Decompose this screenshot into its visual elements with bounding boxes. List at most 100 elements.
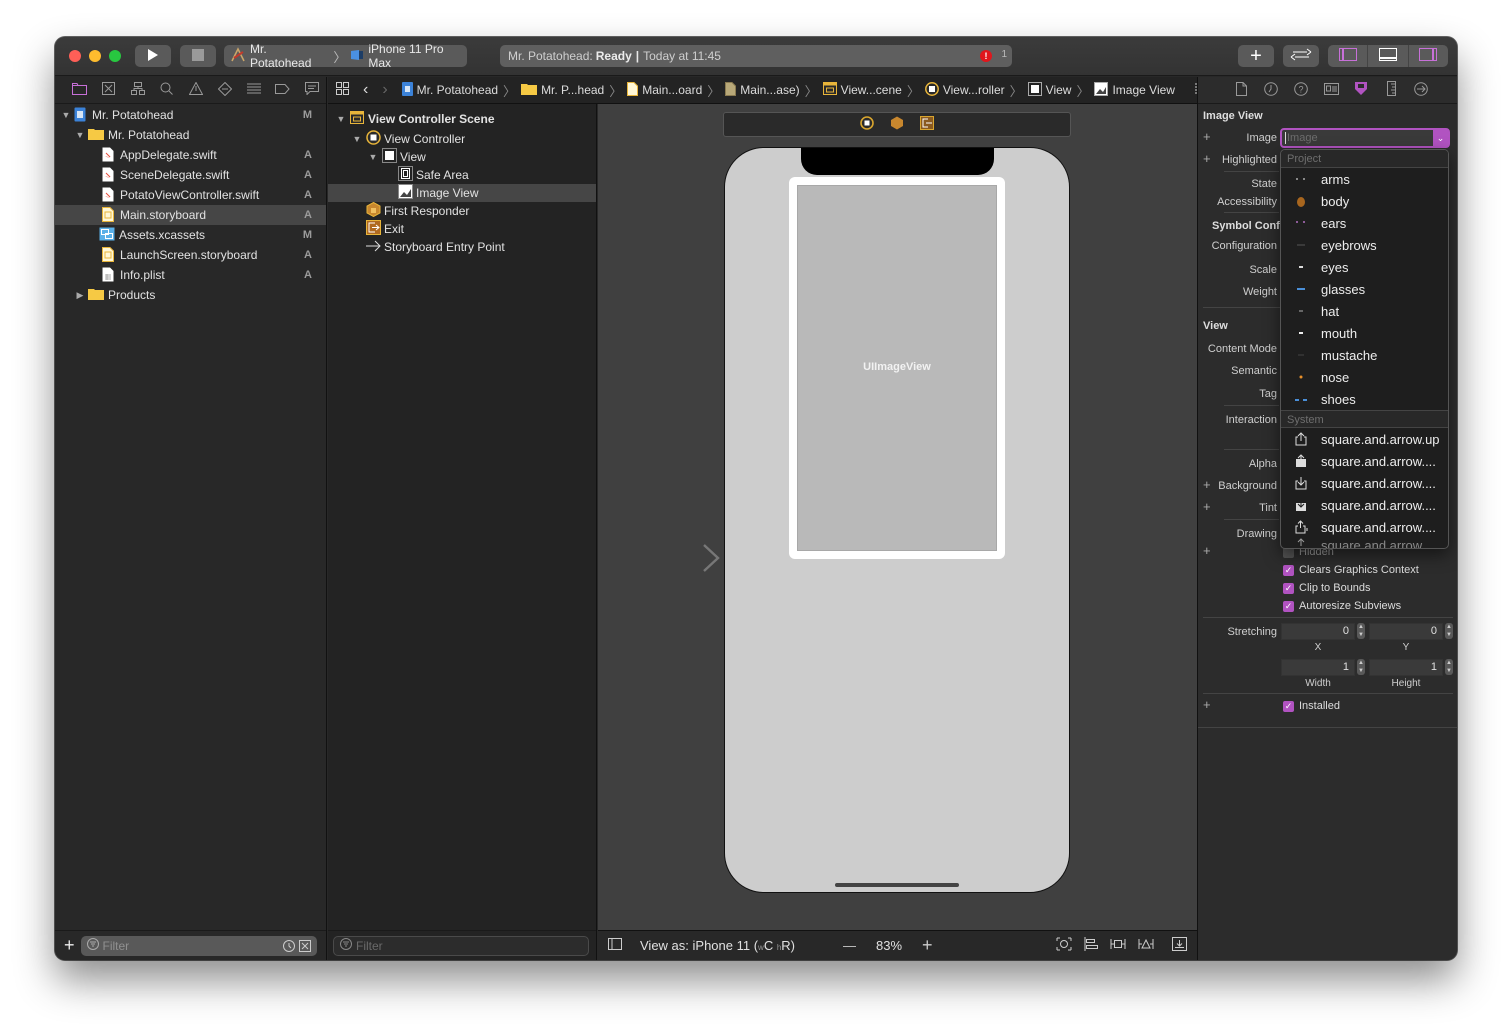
connections-inspector-tab[interactable] bbox=[1406, 81, 1436, 99]
tree-row-file-selected[interactable]: Main.storyboard A bbox=[55, 205, 326, 225]
dropdown-item-hat[interactable]: hat bbox=[1281, 300, 1448, 322]
tree-row-file[interactable]: SceneDelegate.swift A bbox=[55, 165, 326, 185]
jumpbar-item-group[interactable]: Mr. P...head bbox=[521, 82, 604, 98]
disclosure-open-icon[interactable]: ▼ bbox=[368, 152, 378, 162]
stretching-width-stepper[interactable]: ▲ ▼ bbox=[1357, 659, 1365, 675]
add-variation-hidden-button[interactable]: + bbox=[1203, 543, 1211, 558]
stretching-height-field[interactable]: 1 bbox=[1369, 659, 1443, 676]
attributes-inspector-tab[interactable] bbox=[1346, 81, 1376, 99]
forward-button[interactable]: › bbox=[382, 81, 387, 99]
debug-navigator-tab[interactable] bbox=[239, 77, 268, 104]
jumpbar-item-file[interactable]: Main...oard bbox=[627, 81, 702, 99]
clears-graphics-context-checkbox[interactable]: ✓ Clears Graphics Context bbox=[1283, 564, 1419, 576]
dropdown-item-shoes[interactable]: shoes bbox=[1281, 388, 1448, 410]
toggle-debug-area-button[interactable] bbox=[1368, 45, 1409, 67]
library-button[interactable]: + bbox=[1238, 45, 1274, 67]
tree-row-file[interactable]: Info.plist A bbox=[55, 265, 326, 285]
add-variation-installed-button[interactable]: + bbox=[1203, 697, 1211, 712]
size-inspector-tab[interactable] bbox=[1376, 81, 1406, 99]
view-controller-icon[interactable] bbox=[860, 116, 874, 133]
project-navigator-tab[interactable] bbox=[65, 77, 94, 104]
recent-files-icon[interactable] bbox=[282, 939, 295, 955]
dropdown-item-glasses[interactable]: glasses bbox=[1281, 278, 1448, 300]
breakpoint-navigator-tab[interactable] bbox=[268, 77, 297, 104]
history-inspector-tab[interactable] bbox=[1256, 81, 1286, 99]
dropdown-item-system[interactable]: square.and.arrow.... bbox=[1281, 450, 1448, 472]
autoresize-subviews-checkbox[interactable]: ✓ Autoresize Subviews bbox=[1283, 600, 1401, 612]
installed-checkbox[interactable]: ✓ Installed bbox=[1283, 700, 1340, 712]
disclosure-open-icon[interactable]: ▼ bbox=[61, 110, 71, 120]
align-icon[interactable] bbox=[1084, 937, 1098, 954]
outline-row-scene[interactable]: ▼ View Controller Scene bbox=[328, 108, 596, 130]
dropdown-item-system[interactable]: square.and.arrow.up bbox=[1281, 428, 1448, 450]
disclosure-open-icon[interactable]: ▼ bbox=[75, 130, 85, 140]
view-as-device-button[interactable]: View as: iPhone 11 (wC hR) bbox=[640, 938, 795, 953]
add-variation-image-button[interactable]: + bbox=[1203, 129, 1211, 144]
add-variation-highlighted-button[interactable]: + bbox=[1203, 151, 1211, 166]
dropdown-item-mouth[interactable]: mouth bbox=[1281, 322, 1448, 344]
stretching-y-field[interactable]: 0 bbox=[1369, 623, 1443, 640]
code-review-button[interactable] bbox=[1283, 45, 1319, 67]
checkmark-icon[interactable]: ✓ bbox=[1283, 582, 1294, 594]
image-combo-box[interactable]: Image ⌄ bbox=[1280, 128, 1450, 148]
image-view-selection[interactable]: UIImageView bbox=[789, 177, 1005, 559]
stop-button[interactable] bbox=[180, 45, 216, 67]
run-button[interactable] bbox=[135, 45, 171, 67]
issue-navigator-tab[interactable] bbox=[181, 77, 210, 104]
toggle-navigator-button[interactable] bbox=[1328, 45, 1369, 67]
symbol-navigator-tab[interactable] bbox=[123, 77, 152, 104]
zoom-out-button[interactable]: — bbox=[843, 938, 856, 953]
toggle-outline-icon[interactable] bbox=[608, 938, 622, 953]
dropdown-item-arms[interactable]: arms bbox=[1281, 168, 1448, 190]
stretching-y-stepper[interactable]: ▲ ▼ bbox=[1445, 623, 1453, 639]
stretching-x-stepper[interactable]: ▲ ▼ bbox=[1357, 623, 1365, 639]
tree-row-project[interactable]: ▼ Mr. Potatohead M bbox=[55, 105, 326, 125]
add-file-button[interactable]: + bbox=[64, 935, 75, 956]
jumpbar-item-view[interactable]: View bbox=[1027, 81, 1071, 99]
zoom-in-button[interactable]: + bbox=[922, 935, 933, 956]
dropdown-item-system-partial[interactable]: square.and.arrow... bbox=[1281, 538, 1448, 548]
dropdown-item-eyebrows[interactable]: eyebrows bbox=[1281, 234, 1448, 256]
disclosure-open-icon[interactable]: ▼ bbox=[352, 134, 362, 144]
clip-to-bounds-checkbox[interactable]: ✓ Clip to Bounds bbox=[1283, 582, 1371, 594]
dropdown-item-eyes[interactable]: eyes bbox=[1281, 256, 1448, 278]
dropdown-item-nose[interactable]: nose bbox=[1281, 366, 1448, 388]
tree-row-file[interactable]: PotatoViewController.swift A bbox=[55, 185, 326, 205]
file-inspector-tab[interactable] bbox=[1226, 81, 1256, 99]
tree-row-file[interactable]: LaunchScreen.storyboard A bbox=[55, 245, 326, 265]
disclosure-closed-icon[interactable]: ▶ bbox=[75, 290, 85, 301]
disclosure-open-icon[interactable]: ▼ bbox=[336, 114, 346, 124]
related-items-icon[interactable] bbox=[336, 82, 349, 98]
stretching-width-field[interactable]: 1 bbox=[1281, 659, 1355, 676]
storyboard-entry-arrow[interactable] bbox=[638, 544, 724, 581]
exit-icon[interactable] bbox=[920, 116, 934, 133]
outline-row-view-controller[interactable]: ▼ View Controller bbox=[328, 130, 596, 148]
destination-device[interactable]: iPhone 11 Pro Max bbox=[368, 42, 467, 70]
dropdown-item-ears[interactable]: ears bbox=[1281, 212, 1448, 234]
add-constraints-icon[interactable] bbox=[1110, 937, 1126, 954]
tree-row-folder[interactable]: ▼ Mr. Potatohead bbox=[55, 125, 326, 145]
jumpbar-item-scene[interactable]: View...cene bbox=[822, 82, 902, 98]
source-control-filter-icon[interactable] bbox=[298, 939, 311, 955]
outline-row-image-view-selected[interactable]: Image View bbox=[328, 184, 596, 202]
jumpbar-item-view-controller[interactable]: View...roller bbox=[924, 81, 1005, 99]
outline-row-first-responder[interactable]: First Responder bbox=[328, 201, 596, 220]
report-navigator-tab[interactable] bbox=[297, 77, 326, 104]
storyboard-canvas[interactable]: UIImageView bbox=[598, 104, 1197, 930]
outline-filter-field[interactable]: Filter bbox=[333, 935, 589, 956]
jumpbar-item-localization[interactable]: Main...ase) bbox=[725, 81, 800, 99]
error-count[interactable]: 1 bbox=[1001, 49, 1007, 60]
dropdown-item-body[interactable]: body bbox=[1281, 190, 1448, 212]
chevron-down-icon[interactable]: ⌄ bbox=[1433, 130, 1448, 146]
outline-row-view[interactable]: ▼ View bbox=[328, 148, 596, 166]
outline-row-exit[interactable]: Exit bbox=[328, 220, 596, 238]
navigator-filter-field[interactable]: Filter bbox=[80, 935, 317, 956]
zoom-window-button[interactable] bbox=[109, 50, 121, 62]
checkmark-icon[interactable]: ✓ bbox=[1283, 700, 1294, 712]
source-control-navigator-tab[interactable] bbox=[94, 77, 123, 104]
dropdown-item-system[interactable]: square.and.arrow.... bbox=[1281, 516, 1448, 538]
error-icon[interactable]: ! bbox=[980, 50, 992, 62]
outline-row-safe-area[interactable]: Safe Area bbox=[328, 166, 596, 184]
tree-row-file[interactable]: AppDelegate.swift A bbox=[55, 145, 326, 165]
outline-row-entry-point[interactable]: Storyboard Entry Point bbox=[328, 238, 596, 256]
